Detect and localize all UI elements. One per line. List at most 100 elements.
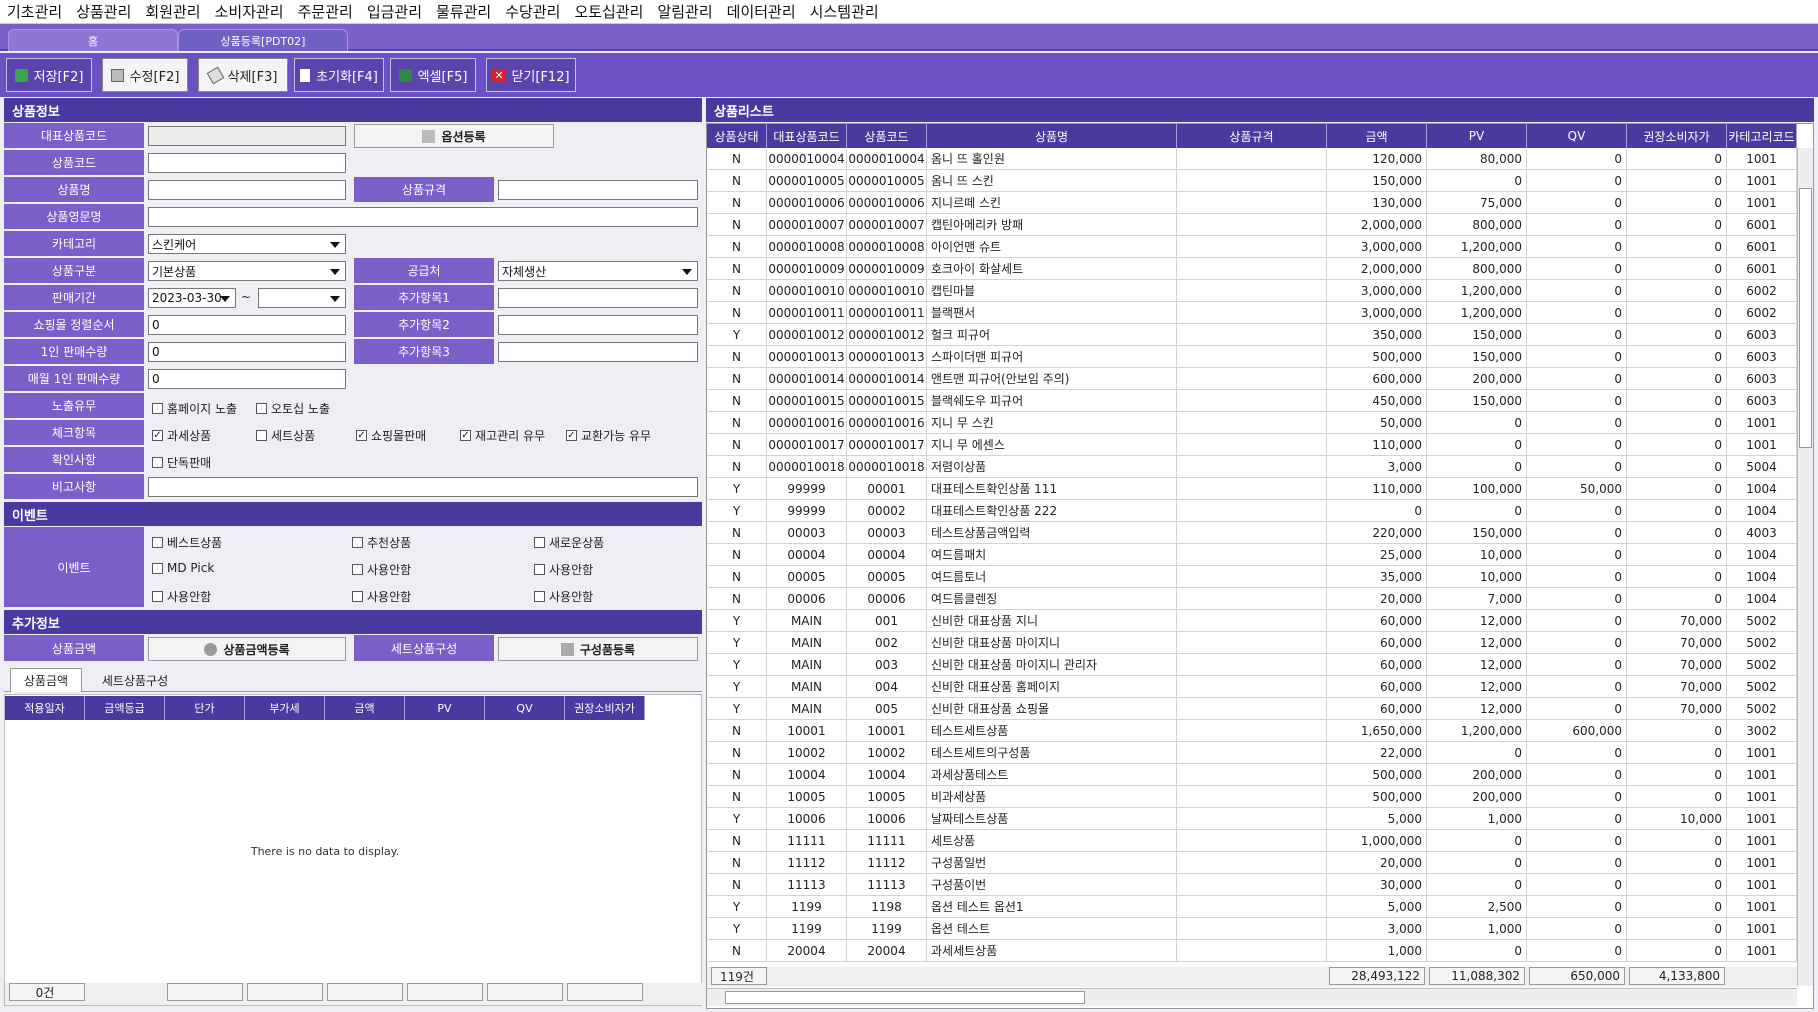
- table-row[interactable]: N 20004 20004 과세세트상품 1,000 0 0 0 1001: [707, 940, 1797, 962]
- menu-item[interactable]: 상품관리: [69, 1, 138, 22]
- menu-item[interactable]: 주문관리: [291, 1, 360, 22]
- spec-input[interactable]: [498, 180, 698, 200]
- table-row[interactable]: N 11111 11111 세트상품 1,000,000 0 0 0 1001: [707, 830, 1797, 852]
- checkbox[interactable]: ✓ 과세상품: [152, 427, 211, 444]
- product-column-header[interactable]: 카테고리코드: [1727, 124, 1797, 148]
- menu-item[interactable]: 시스템관리: [803, 1, 886, 22]
- checkbox[interactable]: 사용안함: [152, 588, 211, 605]
- table-row[interactable]: Y MAIN 005 신비한 대표상품 쇼핑몰 60,000 12,000 0 70,000 5…: [707, 698, 1797, 720]
- table-row[interactable]: N 0000010009 0000010009 호크아이 화살세트 2,000,000 8…: [707, 258, 1797, 280]
- excel-button[interactable]: 엑셀[F5]: [390, 58, 476, 92]
- monthly-input[interactable]: 0: [148, 369, 346, 389]
- checkbox[interactable]: 추천상품: [352, 534, 411, 551]
- checkbox[interactable]: 베스트상품: [152, 534, 222, 551]
- delete-button[interactable]: 삭제[F3]: [198, 58, 288, 92]
- table-row[interactable]: N 10001 10001 테스트세트상품 1,650,000 1,200,000 600,…: [707, 720, 1797, 742]
- name-input[interactable]: [148, 180, 346, 200]
- table-row[interactable]: Y MAIN 002 신비한 대표상품 마이지니 60,000 12,000 0 70,000…: [707, 632, 1797, 654]
- table-row[interactable]: N 11113 11113 구성품이번 30,000 0 0 0 1001: [707, 874, 1797, 896]
- checkbox[interactable]: 단독판매: [152, 454, 211, 471]
- sub-tab-price[interactable]: 상품금액: [10, 668, 82, 692]
- table-row[interactable]: N 00004 00004 여드름패치 25,000 10,000 0 0 1004: [707, 544, 1797, 566]
- supplier-select[interactable]: 자체생산: [498, 261, 698, 281]
- menu-item[interactable]: 수당관리: [498, 1, 567, 22]
- vertical-scroll-thumb[interactable]: [1799, 188, 1812, 448]
- menu-item[interactable]: 오토십관리: [567, 1, 650, 22]
- price-column-header[interactable]: 권장소비자가: [565, 696, 645, 720]
- checkbox[interactable]: ✓ 교환가능 유무: [566, 427, 651, 444]
- product-column-header[interactable]: 상품규격: [1177, 124, 1327, 148]
- checkbox[interactable]: 오토십 노출: [256, 400, 330, 417]
- reset-button[interactable]: 초기화[F4]: [294, 58, 384, 92]
- table-row[interactable]: N 0000010008 0000010008 아이언맨 슈트 3,000,000 1,2…: [707, 236, 1797, 258]
- product-column-header[interactable]: QV: [1527, 124, 1627, 148]
- extra3-input[interactable]: [498, 342, 698, 362]
- price-column-header[interactable]: 적용일자: [5, 696, 85, 720]
- price-column-header[interactable]: 부가세: [245, 696, 325, 720]
- checkbox[interactable]: 새로운상품: [534, 534, 604, 551]
- category-select[interactable]: 스킨케어: [148, 234, 346, 254]
- checkbox[interactable]: 사용안함: [534, 561, 593, 578]
- table-row[interactable]: Y MAIN 003 신비한 대표상품 마이지니 관리자 60,000 12,000 0 70…: [707, 654, 1797, 676]
- checkbox[interactable]: ✓ 쇼핑몰판매: [356, 427, 426, 444]
- checkbox[interactable]: 사용안함: [352, 561, 411, 578]
- remark-input[interactable]: [148, 477, 698, 497]
- code-input[interactable]: [148, 153, 346, 173]
- table-row[interactable]: N 0000010015 0000010015 블랙쉐도우 피규어 450,000 150…: [707, 390, 1797, 412]
- tab-product-register[interactable]: 상품등록[PDT02]: [178, 29, 348, 51]
- table-row[interactable]: N 10002 10002 테스트세트의구성품 22,000 0 0 0 1001: [707, 742, 1797, 764]
- menu-item[interactable]: 입금관리: [360, 1, 429, 22]
- table-row[interactable]: Y MAIN 004 신비한 대표상품 홈페이지 60,000 12,000 0 70,000…: [707, 676, 1797, 698]
- table-row[interactable]: N 10004 10004 과세상품테스트 500,000 200,000 0 0 1001: [707, 764, 1797, 786]
- menu-item[interactable]: 소비자관리: [208, 1, 291, 22]
- component-register-button[interactable]: 구성품등록: [498, 637, 698, 661]
- product-column-header[interactable]: 금액: [1327, 124, 1427, 148]
- price-column-header[interactable]: 금액등급: [85, 696, 165, 720]
- table-row[interactable]: N 0000010018 0000010018 저렴이상품 3,000 0 0 0 5004: [707, 456, 1797, 478]
- table-row[interactable]: N 11112 11112 구성품일번 20,000 0 0 0 1001: [707, 852, 1797, 874]
- save-button[interactable]: 저장[F2]: [6, 58, 92, 92]
- product-column-header[interactable]: 권장소비자가: [1627, 124, 1727, 148]
- close-button[interactable]: ✕ 닫기[F12]: [486, 58, 576, 92]
- extra1-input[interactable]: [498, 288, 698, 308]
- price-column-header[interactable]: PV: [405, 696, 485, 720]
- checkbox[interactable]: ✓ 재고관리 유무: [460, 427, 545, 444]
- table-row[interactable]: N 0000010010 0000010010 캡틴마블 3,000,000 1,200,…: [707, 280, 1797, 302]
- checkbox[interactable]: 사용안함: [534, 588, 593, 605]
- table-row[interactable]: N 0000010014 0000010014 앤트맨 피규어(안보임 주의) 600,…: [707, 368, 1797, 390]
- checkbox[interactable]: MD Pick: [152, 561, 214, 575]
- table-row[interactable]: N 0000010007 0000010007 캡틴아메리카 방패 2,000,000 8…: [707, 214, 1797, 236]
- rep-code-input[interactable]: [148, 126, 346, 146]
- table-row[interactable]: N 10005 10005 비과세상품 500,000 200,000 0 0 1001: [707, 786, 1797, 808]
- menu-item[interactable]: 회원관리: [138, 1, 207, 22]
- edit-button[interactable]: 수정[F2]: [102, 58, 188, 92]
- table-row[interactable]: N 0000010013 0000010013 스파이더맨 피규어 500,000 150…: [707, 346, 1797, 368]
- date-to-picker[interactable]: [258, 288, 346, 308]
- table-row[interactable]: N 0000010011 0000010011 블랙팬서 3,000,000 1,200,…: [707, 302, 1797, 324]
- price-column-header[interactable]: 단가: [165, 696, 245, 720]
- table-row[interactable]: Y MAIN 001 신비한 대표상품 지니 60,000 12,000 0 70,000 50…: [707, 610, 1797, 632]
- per-person-input[interactable]: 0: [148, 342, 346, 362]
- table-row[interactable]: N 0000010016 0000010016 지니 무 스킨 50,000 0 0 0 100…: [707, 412, 1797, 434]
- product-column-header[interactable]: 대표상품코드: [767, 124, 847, 148]
- price-column-header[interactable]: 금액: [325, 696, 405, 720]
- vertical-scrollbar[interactable]: [1797, 148, 1813, 986]
- table-row[interactable]: Y 1199 1198 옵션 테스트 옵션1 5,000 2,500 0 0 1001: [707, 896, 1797, 918]
- table-row[interactable]: N 00005 00005 여드름토너 35,000 10,000 0 0 1004: [707, 566, 1797, 588]
- table-row[interactable]: N 0000010017 0000010017 지니 무 에센스 110,000 0 0 0 1…: [707, 434, 1797, 456]
- tab-home[interactable]: 홈: [8, 29, 178, 51]
- checkbox[interactable]: 세트상품: [256, 427, 315, 444]
- table-row[interactable]: Y 99999 00002 대표테스트확인상품 222 0 0 0 0 1004: [707, 500, 1797, 522]
- checkbox[interactable]: 홈페이지 노출: [152, 400, 237, 417]
- table-row[interactable]: N 0000010006 0000010006 지니르떼 스킨 130,000 75,00…: [707, 192, 1797, 214]
- eng-name-input[interactable]: [148, 207, 698, 227]
- table-row[interactable]: N 0000010004 0000010004 옴니 뜨 홀인원 120,000 80,0…: [707, 148, 1797, 170]
- menu-item[interactable]: 데이터관리: [720, 1, 803, 22]
- product-column-header[interactable]: PV: [1427, 124, 1527, 148]
- table-row[interactable]: N 00006 00006 여드름클렌징 20,000 7,000 0 0 1004: [707, 588, 1797, 610]
- date-from-picker[interactable]: 2023-03-30: [148, 288, 236, 308]
- table-row[interactable]: Y 1199 1199 옵션 테스트 3,000 1,000 0 0 1001: [707, 918, 1797, 940]
- sort-input[interactable]: 0: [148, 315, 346, 335]
- option-register-button[interactable]: 옵션등록: [354, 124, 554, 148]
- table-row[interactable]: Y 0000010012 0000010012 헐크 피규어 350,000 150,00…: [707, 324, 1797, 346]
